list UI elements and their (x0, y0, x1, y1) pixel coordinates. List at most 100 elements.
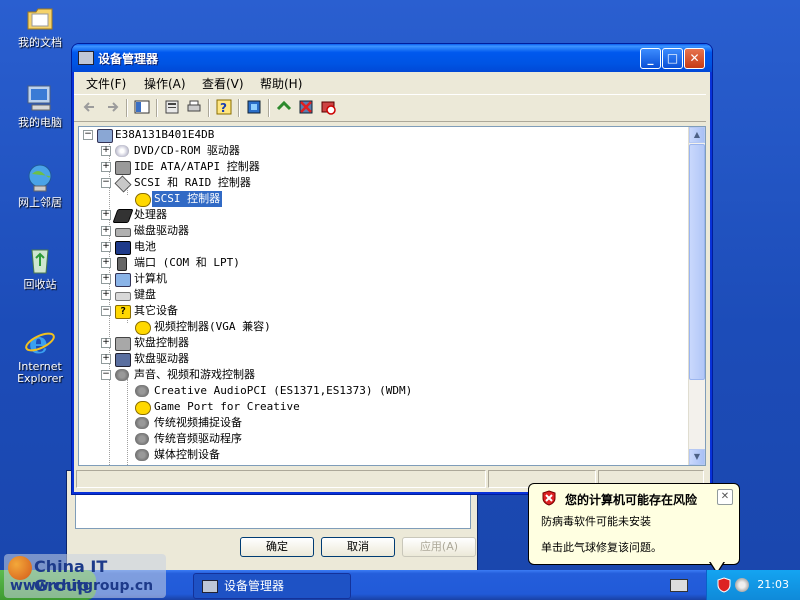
ide-controller-icon (115, 161, 131, 175)
expand-toggle[interactable]: + (101, 210, 111, 220)
ie-icon: e (24, 326, 56, 361)
computer-icon (97, 129, 113, 143)
unknown-device-icon: ? (115, 305, 131, 319)
update-driver-icon[interactable] (276, 99, 292, 115)
speaker-icon (135, 449, 149, 461)
window-title: 设备管理器 (98, 52, 159, 66)
print-icon[interactable] (186, 99, 202, 115)
back-arrow-icon[interactable] (82, 99, 98, 115)
scan-hardware-icon[interactable] (246, 99, 262, 115)
scroll-up-button[interactable]: ▲ (689, 127, 705, 143)
toolbar-separator (238, 99, 240, 117)
volume-icon[interactable] (735, 578, 749, 592)
scroll-down-button[interactable]: ▼ (689, 449, 705, 465)
desktop-icon-recycle-bin[interactable]: 回收站 (2, 244, 78, 291)
menu-view[interactable]: 查看(V) (202, 75, 244, 92)
collapse-toggle[interactable]: − (101, 178, 111, 188)
close-icon[interactable]: ✕ (717, 489, 733, 505)
desktop-icon-my-documents[interactable]: 我的文档 (2, 2, 78, 49)
expand-toggle[interactable]: + (101, 338, 111, 348)
menu-action[interactable]: 操作(A) (144, 75, 186, 92)
device-manager-icon (78, 51, 94, 65)
network-places-icon (24, 162, 56, 194)
shield-warning-icon (541, 490, 557, 506)
desktop-icon-network[interactable]: 网上邻居 (2, 162, 78, 209)
forward-arrow-icon[interactable] (104, 99, 120, 115)
collapse-toggle[interactable]: − (101, 306, 111, 316)
clock: 21:03 (757, 578, 789, 591)
keyboard-icon[interactable] (670, 579, 688, 592)
minimize-button[interactable]: _ (640, 48, 661, 69)
expand-toggle[interactable]: + (101, 258, 111, 268)
menu-help[interactable]: 帮助(H) (260, 75, 302, 92)
scroll-thumb[interactable] (689, 144, 705, 380)
computer-icon (115, 273, 131, 287)
collapse-toggle[interactable]: − (101, 370, 111, 380)
my-computer-icon (24, 82, 56, 114)
disk-drive-icon (115, 228, 131, 237)
warning-device-icon (135, 401, 151, 415)
desktop-icon-internet-explorer[interactable]: e Internet Explorer (2, 326, 78, 385)
expand-toggle[interactable]: + (101, 242, 111, 252)
watermark-logo: China IT Group www.chitgroup.cn (4, 554, 166, 598)
help-icon[interactable]: ? (216, 99, 232, 115)
maximize-button[interactable]: □ (662, 48, 683, 69)
watermark-url: www.chitgroup.cn (10, 578, 154, 594)
port-icon (117, 257, 127, 271)
warning-device-icon (135, 321, 151, 335)
toolbar-separator (268, 99, 270, 117)
watermark-globe-icon (8, 556, 32, 580)
cancel-button[interactable]: 取消 (321, 537, 395, 557)
processor-icon (112, 209, 134, 223)
warning-device-icon (135, 193, 151, 207)
speaker-icon (135, 417, 149, 429)
menu-bar: 文件(F) 操作(A) 查看(V) 帮助(H) (74, 72, 706, 92)
vertical-scrollbar[interactable]: ▲ ▼ (688, 127, 705, 465)
apply-button[interactable]: 应用(A) (402, 537, 476, 557)
speaker-icon (135, 433, 149, 445)
floppy-drive-icon (115, 353, 131, 367)
device-manager-window: 设备管理器 _ □ ✕ 文件(F) 操作(A) 查看(V) 帮助(H) ? − … (72, 44, 712, 494)
desktop-icon-my-computer[interactable]: 我的电脑 (2, 82, 78, 129)
toolbar-separator (208, 99, 210, 117)
disable-device-icon[interactable] (320, 99, 336, 115)
security-alert-balloon[interactable]: 您的计算机可能存在风险 ✕ 防病毒软件可能未安装 单击此气球修复该问题。 (528, 483, 740, 574)
properties-icon[interactable] (164, 99, 180, 115)
speaker-icon (115, 369, 129, 381)
my-documents-icon (24, 2, 56, 34)
uninstall-icon[interactable] (298, 99, 314, 115)
scsi-icon (114, 175, 132, 193)
system-tray: 21:03 (706, 570, 800, 600)
expand-toggle[interactable]: + (101, 146, 111, 156)
balloon-line-2: 单击此气球修复该问题。 (541, 541, 662, 554)
recycle-bin-icon (24, 244, 56, 276)
device-manager-icon (202, 580, 218, 593)
ok-button[interactable]: 确定 (240, 537, 314, 557)
balloon-line-1: 防病毒软件可能未安装 (541, 515, 651, 528)
toolbar-separator (126, 99, 128, 117)
keyboard-icon (115, 292, 131, 301)
svg-text:e: e (29, 326, 48, 358)
console-tree-icon[interactable] (134, 99, 150, 115)
floppy-controller-icon (115, 337, 131, 351)
svg-text:?: ? (220, 101, 227, 115)
device-tree[interactable]: − E38A131B401E4DB + DVD/CD-ROM 驱动器 + IDE… (78, 126, 706, 466)
security-alert-icon[interactable] (717, 577, 731, 593)
expand-toggle[interactable]: + (101, 162, 111, 172)
expand-toggle[interactable]: + (101, 274, 111, 284)
tree-connector (127, 379, 128, 465)
cdrom-icon (115, 145, 129, 157)
balloon-title: 您的计算机可能存在风险 (565, 493, 698, 507)
menu-file[interactable]: 文件(F) (86, 75, 126, 92)
toolbar-separator (156, 99, 158, 117)
close-button[interactable]: ✕ (684, 48, 705, 69)
title-bar[interactable]: 设备管理器 _ □ ✕ (72, 44, 712, 72)
expand-toggle[interactable]: + (101, 226, 111, 236)
taskbar-item-device-manager[interactable]: 设备管理器 (193, 573, 351, 599)
expand-toggle[interactable]: + (101, 354, 111, 364)
status-pane (76, 470, 486, 488)
speaker-icon (135, 385, 149, 397)
toolbar: ? (74, 94, 706, 122)
expand-toggle[interactable]: + (101, 290, 111, 300)
collapse-toggle[interactable]: − (83, 130, 93, 140)
